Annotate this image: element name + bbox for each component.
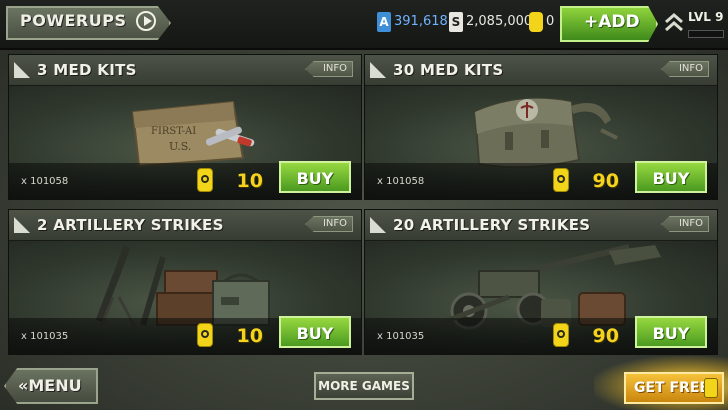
card-corner-icon	[14, 217, 30, 233]
svg-text:U.S.: U.S.	[169, 140, 191, 153]
card-header: 2 ARTILLERY STRIKES INFO	[9, 210, 361, 241]
get-free-label: GET FREE	[634, 380, 709, 396]
s-currency-icon: S	[449, 12, 463, 32]
gold-currency-icon	[529, 12, 543, 32]
card-title: 30 MED KITS	[393, 61, 504, 79]
card-corner-icon	[370, 62, 386, 78]
medkit-pouch-icon: FIRST-AI U.S.	[131, 100, 255, 168]
level-value: 9	[715, 10, 724, 24]
more-games-label: MORE GAMES	[318, 379, 410, 393]
card-header: 20 ARTILLERY STRIKES INFO	[365, 210, 717, 241]
menu-button-label: «MENU	[18, 376, 82, 395]
level-prefix: LVL	[688, 10, 711, 24]
gold-icon	[197, 168, 213, 192]
powerup-card-3-med-kits: 3 MED KITS INFO FIRST-AI U.S. x 101058 1…	[8, 54, 362, 200]
s-currency-value: 2,085,000	[466, 14, 533, 29]
stock-count: x 101035	[377, 331, 425, 342]
a-currency-icon: A	[377, 12, 391, 32]
buy-button-label: BUY	[296, 324, 334, 343]
card-corner-icon	[14, 62, 30, 78]
more-games-button[interactable]: MORE GAMES	[314, 372, 414, 400]
buy-button-label: BUY	[296, 169, 334, 188]
card-title: 3 MED KITS	[37, 61, 137, 79]
buy-button[interactable]: BUY	[279, 316, 351, 348]
buy-button-label: BUY	[652, 324, 690, 343]
top-bar: POWERUPS A 391,618 S 2,085,000 0 +ADD LV…	[0, 0, 728, 50]
card-corner-icon	[370, 217, 386, 233]
gold-icon	[197, 323, 213, 347]
buy-button[interactable]: BUY	[635, 316, 707, 348]
play-icon[interactable]	[136, 11, 156, 31]
stock-count: x 101058	[21, 176, 69, 187]
card-title: 2 ARTILLERY STRIKES	[37, 216, 224, 234]
card-header: 30 MED KITS INFO	[365, 55, 717, 86]
stock-count: x 101058	[377, 176, 425, 187]
stock-count: x 101035	[21, 331, 69, 342]
gold-icon	[553, 323, 569, 347]
level-label: LVL 9	[688, 10, 723, 24]
powerup-card-20-artillery-strikes: 20 ARTILLERY STRIKES INFO x 101035 90 BU…	[364, 209, 718, 355]
medic-bag-icon	[473, 97, 618, 169]
buy-button[interactable]: BUY	[279, 161, 351, 193]
gold-icon	[553, 168, 569, 192]
info-label: INFO	[678, 218, 703, 229]
buy-button[interactable]: BUY	[635, 161, 707, 193]
xp-progress-bar	[688, 30, 724, 38]
card-footer: x 101035 10 BUY	[9, 316, 361, 354]
price-value: 90	[592, 325, 619, 347]
card-header: 3 MED KITS INFO	[9, 55, 361, 86]
card-footer: x 101058 10 BUY	[9, 161, 361, 199]
card-footer: x 101058 90 BUY	[365, 161, 717, 199]
price-value: 10	[236, 325, 263, 347]
price-value: 10	[236, 170, 263, 192]
card-title: 20 ARTILLERY STRIKES	[393, 216, 591, 234]
rank-chevron-icon	[665, 13, 683, 32]
buy-button-label: BUY	[652, 169, 690, 188]
powerup-card-2-artillery-strikes: 2 ARTILLERY STRIKES INFO x 101035 10 BUY	[8, 209, 362, 355]
powerup-card-30-med-kits: 30 MED KITS INFO x 101058 90 BUY	[364, 54, 718, 200]
price-value: 90	[592, 170, 619, 192]
get-free-button[interactable]: GET FREE	[624, 372, 724, 404]
info-label: INFO	[322, 218, 347, 229]
powerups-tab-label: POWERUPS	[20, 11, 127, 30]
a-currency-value: 391,618	[394, 14, 448, 29]
svg-text:FIRST-AI: FIRST-AI	[151, 126, 196, 137]
info-label: INFO	[322, 63, 347, 74]
gold-icon	[704, 378, 718, 398]
add-currency-label: +ADD	[584, 12, 640, 32]
info-label: INFO	[678, 63, 703, 74]
card-footer: x 101035 90 BUY	[365, 316, 717, 354]
gold-currency-value: 0	[546, 14, 555, 29]
